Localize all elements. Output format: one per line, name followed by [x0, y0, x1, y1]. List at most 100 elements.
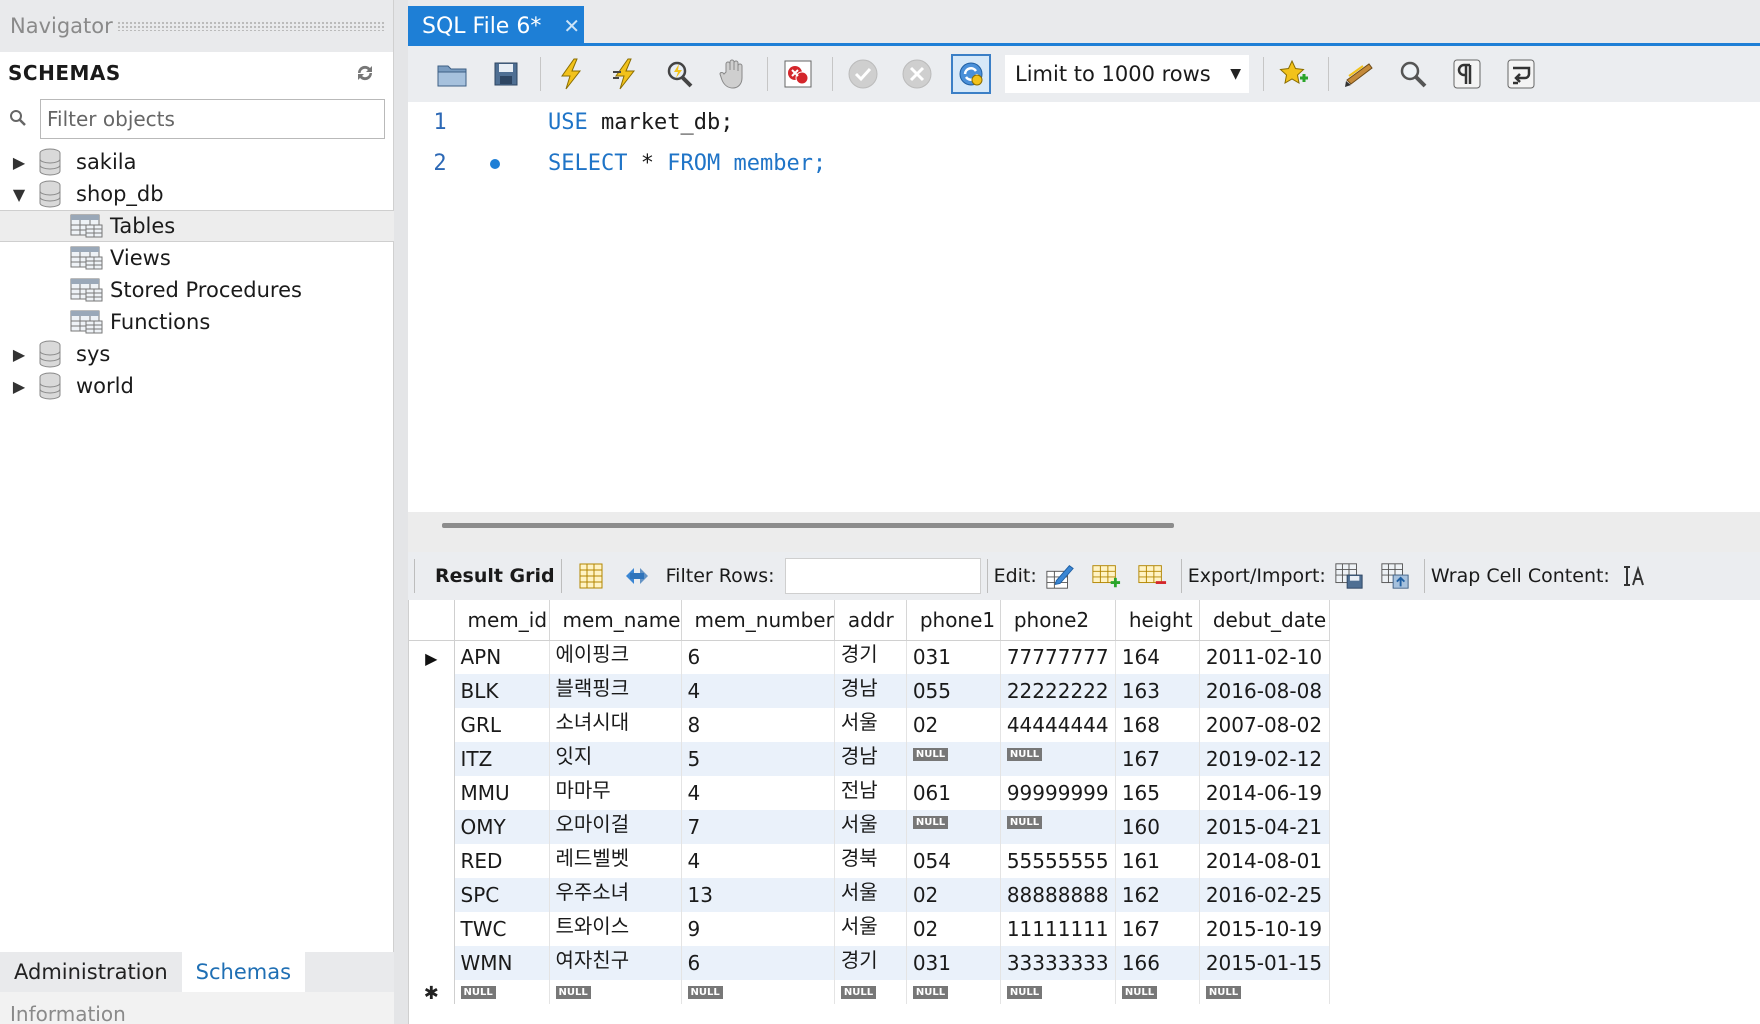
table-cell[interactable]: 165: [1115, 776, 1200, 810]
sql-code-editor[interactable]: 1 USE market_db; 2 SELECT * FROM member;: [408, 102, 1760, 512]
column-header-height[interactable]: height: [1115, 600, 1200, 641]
table-cell[interactable]: 031: [906, 946, 1001, 980]
table-cell[interactable]: 서울: [834, 810, 907, 844]
column-header-mem-id[interactable]: mem_id: [454, 600, 550, 641]
schema-item-shop-db[interactable]: ▼ shop_db: [0, 178, 394, 210]
table-row[interactable]: ITZ 잇지 5 경남 NULL NULL 167 2019-02-12: [409, 742, 1330, 776]
table-cell[interactable]: MMU: [454, 776, 550, 810]
table-cell[interactable]: 166: [1115, 946, 1200, 980]
table-cell[interactable]: 5: [681, 742, 835, 776]
table-cell[interactable]: 에이핑크: [549, 640, 682, 674]
table-cell[interactable]: 88888888: [1000, 878, 1116, 912]
table-cell[interactable]: 2019-02-12: [1199, 742, 1330, 776]
table-row[interactable]: WMN 여자친구 6 경기 031 33333333 166 2015-01-15: [409, 946, 1330, 980]
table-cell[interactable]: 소녀시대: [549, 708, 682, 742]
grid-view-icon[interactable]: [576, 561, 606, 591]
table-cell[interactable]: NULL: [1115, 980, 1200, 1004]
word-wrap-icon[interactable]: [1501, 54, 1541, 94]
table-cell[interactable]: 2015-10-19: [1199, 912, 1330, 946]
table-cell[interactable]: 경북: [834, 844, 907, 878]
row-marker[interactable]: [409, 946, 455, 980]
table-cell[interactable]: 02: [906, 878, 1001, 912]
table-cell[interactable]: 2014-08-01: [1199, 844, 1330, 878]
table-cell[interactable]: 경남: [834, 742, 907, 776]
tree-item-stored-procedures[interactable]: Stored Procedures: [0, 274, 394, 306]
table-cell[interactable]: 2016-08-08: [1199, 674, 1330, 708]
table-cell[interactable]: 2011-02-10: [1199, 640, 1330, 674]
table-cell[interactable]: 2016-02-25: [1199, 878, 1330, 912]
table-cell[interactable]: 서울: [834, 912, 907, 946]
table-row[interactable]: RED 레드벨벳 4 경북 054 55555555 161 2014-08-01: [409, 844, 1330, 878]
autocommit-toggle-icon[interactable]: [951, 54, 991, 94]
import-icon[interactable]: [1380, 561, 1410, 591]
table-cell[interactable]: 168: [1115, 708, 1200, 742]
column-header-addr[interactable]: addr: [834, 600, 907, 641]
table-row[interactable]: TWC 트와이스 9 서울 02 11111111 167 2015-10-19: [409, 912, 1330, 946]
rollback-icon[interactable]: [897, 54, 937, 94]
tree-item-views[interactable]: Views: [0, 242, 394, 274]
horizontal-scrollbar[interactable]: [408, 512, 1760, 538]
table-cell[interactable]: NULL: [906, 980, 1001, 1004]
toggle-error-icon[interactable]: [778, 54, 818, 94]
expand-caret-icon[interactable]: ▶: [8, 377, 30, 396]
delete-row-icon[interactable]: [1137, 561, 1167, 591]
table-cell[interactable]: 161: [1115, 844, 1200, 878]
schema-item-sakila[interactable]: ▶ sakila: [0, 146, 394, 178]
table-cell[interactable]: 오마이걸: [549, 810, 682, 844]
row-marker[interactable]: [409, 742, 455, 776]
table-cell[interactable]: 트와이스: [549, 912, 682, 946]
table-cell[interactable]: GRL: [454, 708, 550, 742]
table-cell[interactable]: ITZ: [454, 742, 550, 776]
drag-grip[interactable]: [116, 21, 385, 31]
table-cell[interactable]: 061: [906, 776, 1001, 810]
column-header-debut-date[interactable]: debut_date: [1199, 600, 1330, 641]
limit-rows-select[interactable]: Limit to 1000 rows ▼: [1005, 55, 1249, 93]
refresh-schemas-icon[interactable]: [351, 63, 379, 83]
table-cell[interactable]: 55555555: [1000, 844, 1116, 878]
table-cell[interactable]: 13: [681, 878, 835, 912]
find-icon[interactable]: [1393, 54, 1433, 94]
table-cell[interactable]: 054: [906, 844, 1001, 878]
column-header-phone2[interactable]: phone2: [1000, 600, 1116, 641]
panel-divider[interactable]: [408, 538, 1760, 552]
table-cell[interactable]: 9: [681, 912, 835, 946]
expand-caret-icon[interactable]: ▶: [8, 153, 30, 172]
table-cell[interactable]: 전남: [834, 776, 907, 810]
table-cell[interactable]: NULL: [906, 810, 1001, 844]
tree-item-functions[interactable]: Functions: [0, 306, 394, 338]
table-cell[interactable]: 마마무: [549, 776, 682, 810]
table-cell[interactable]: 4: [681, 776, 835, 810]
table-cell[interactable]: NULL: [1199, 980, 1330, 1004]
tree-item-tables[interactable]: Tables: [0, 210, 394, 242]
new-row-marker[interactable]: ✱: [409, 980, 455, 1004]
expand-caret-icon[interactable]: ▶: [8, 345, 30, 364]
table-cell[interactable]: 4: [681, 674, 835, 708]
table-cell[interactable]: BLK: [454, 674, 550, 708]
column-header-phone1[interactable]: phone1: [906, 600, 1001, 641]
execute-all-icon[interactable]: [551, 54, 591, 94]
table-cell[interactable]: 2014-06-19: [1199, 776, 1330, 810]
table-cell[interactable]: 2015-01-15: [1199, 946, 1330, 980]
row-marker[interactable]: [409, 708, 455, 742]
table-cell[interactable]: NULL: [454, 980, 550, 1004]
table-cell[interactable]: 서울: [834, 708, 907, 742]
row-marker[interactable]: ▶: [409, 640, 455, 674]
filter-objects-input[interactable]: [40, 99, 385, 139]
table-cell[interactable]: 블랙핑크: [549, 674, 682, 708]
row-marker[interactable]: [409, 674, 455, 708]
table-cell[interactable]: NULL: [681, 980, 835, 1004]
result-grid[interactable]: mem_id mem_name mem_number addr phone1 phone2…: [408, 600, 1760, 1024]
filter-rows-input[interactable]: [784, 558, 981, 594]
table-cell[interactable]: 2015-04-21: [1199, 810, 1330, 844]
schema-item-world[interactable]: ▶ world: [0, 370, 394, 402]
table-cell[interactable]: 우주소녀: [549, 878, 682, 912]
table-cell[interactable]: 경남: [834, 674, 907, 708]
row-marker[interactable]: [409, 878, 455, 912]
table-cell[interactable]: 02: [906, 708, 1001, 742]
table-cell[interactable]: 6: [681, 640, 835, 674]
table-cell[interactable]: 8: [681, 708, 835, 742]
table-cell[interactable]: 99999999: [1000, 776, 1116, 810]
table-cell[interactable]: 여자친구: [549, 946, 682, 980]
row-marker[interactable]: [409, 810, 455, 844]
table-cell[interactable]: NULL: [906, 742, 1001, 776]
